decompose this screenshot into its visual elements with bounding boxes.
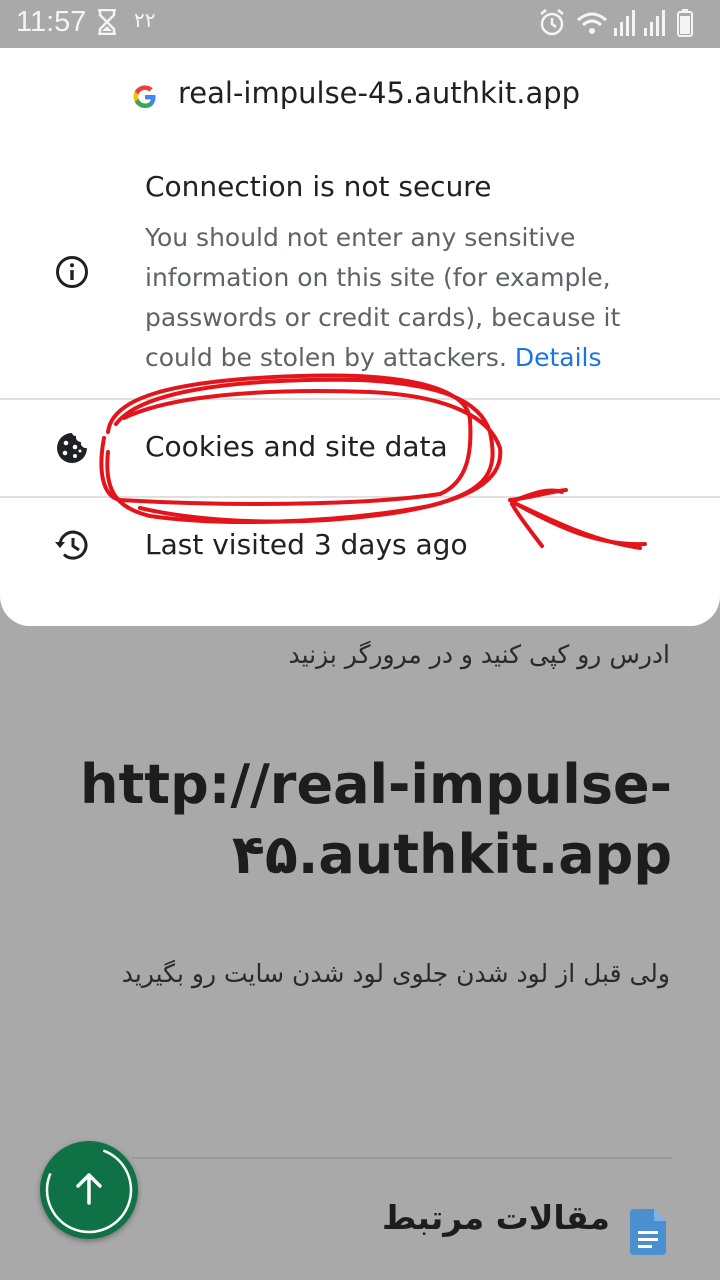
page-divider bbox=[132, 1157, 672, 1159]
battery-icon bbox=[677, 9, 693, 37]
page-url-heading: http://real-impulse- ۴۵.authkit.app bbox=[72, 750, 672, 890]
status-time: 11:57 bbox=[16, 6, 87, 38]
site-header: real-impulse-45.authkit.app bbox=[0, 48, 720, 146]
wifi-icon bbox=[577, 12, 607, 34]
security-description: You should not enter any sensitive infor… bbox=[145, 218, 665, 378]
last-visited-row[interactable]: Last visited 3 days ago bbox=[0, 498, 720, 594]
related-articles-title: مقالات مرتبط bbox=[382, 1198, 610, 1237]
page-instruction-stop: ولی قبل از لود شدن جلوی لود شدن سایت رو … bbox=[121, 959, 670, 988]
history-icon bbox=[55, 530, 88, 560]
cookies-label: Cookies and site data bbox=[145, 430, 448, 463]
last-visited-label: Last visited 3 days ago bbox=[145, 528, 468, 561]
site-domain: real-impulse-45.authkit.app bbox=[178, 76, 581, 110]
page-instruction-copy: ادرس رو کپی کنید و در مرورگر بزنید bbox=[288, 640, 670, 669]
arrow-up-icon bbox=[45, 1146, 133, 1234]
cookies-row[interactable]: Cookies and site data bbox=[0, 400, 720, 496]
info-icon bbox=[56, 256, 88, 288]
status-digits: ۲۲ bbox=[134, 8, 156, 32]
details-link[interactable]: Details bbox=[515, 343, 602, 372]
hourglass-icon bbox=[98, 9, 116, 35]
signal-icon bbox=[614, 10, 635, 36]
page-url-line-1: http://real-impulse- bbox=[80, 753, 672, 816]
scroll-to-top-button[interactable] bbox=[40, 1141, 138, 1239]
document-icon bbox=[630, 1209, 666, 1255]
security-title: Connection is not secure bbox=[145, 170, 492, 203]
page-url-line-2: ۴۵.authkit.app bbox=[231, 823, 672, 886]
status-icons bbox=[540, 9, 693, 37]
cookie-icon bbox=[57, 433, 87, 463]
status-bar: 11:57 ۲۲ bbox=[0, 0, 720, 48]
google-icon bbox=[133, 85, 156, 108]
site-info-sheet: real-impulse-45.authkit.app Connection i… bbox=[0, 48, 720, 626]
alarm-icon bbox=[540, 9, 564, 36]
signal-icon-2 bbox=[644, 10, 665, 36]
